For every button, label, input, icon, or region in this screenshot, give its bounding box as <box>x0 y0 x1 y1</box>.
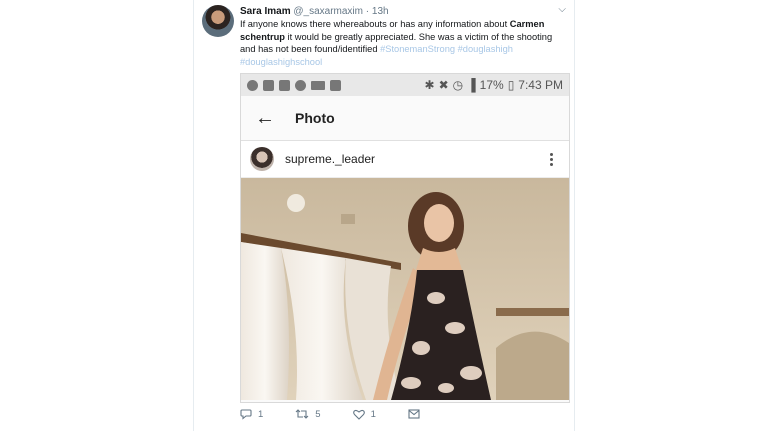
retweet-count: 5 <box>315 408 321 420</box>
like-button[interactable]: 1 <box>352 408 376 420</box>
back-arrow-icon[interactable]: ← <box>245 107 285 130</box>
tweet-actions: 1 5 1 <box>240 408 452 420</box>
author-handle[interactable]: @_saxarmaxim <box>293 6 363 17</box>
signal-icon: ▐ <box>467 78 476 92</box>
more-options-icon[interactable] <box>550 152 553 166</box>
embedded-screenshot[interactable]: ✱ ✖ ◷ ▐ 17% ▯ 7:43 PM ← Photo supreme._l… <box>240 73 570 403</box>
mail-icon <box>263 79 274 91</box>
hashtag-link[interactable]: #StonemanStrong <box>380 44 455 54</box>
direct-message-button[interactable] <box>408 409 420 419</box>
heart-icon <box>352 409 365 420</box>
retweet-button[interactable]: 5 <box>295 408 321 420</box>
reply-icon <box>240 409 252 420</box>
chevron-down-icon[interactable]: ⌵ <box>558 4 566 15</box>
author-avatar[interactable] <box>202 5 234 37</box>
battery-icon: ▯ <box>507 78 515 92</box>
envelope-icon <box>408 409 420 419</box>
instagram-icon <box>295 79 306 91</box>
hashtag-link[interactable]: #douglashigh <box>458 44 513 54</box>
app-bar-title: Photo <box>295 110 335 126</box>
post-photo[interactable] <box>241 178 569 400</box>
photo-app-bar: ← Photo <box>241 96 569 141</box>
clock: 7:43 PM <box>518 78 563 92</box>
facebook-icon <box>330 79 341 91</box>
tweet-text-part1: If anyone knows there whereabouts or has… <box>240 19 510 29</box>
bitmoji-icon <box>279 79 290 91</box>
tweet-card: Sara Imam @_saxarmaxim · 13h ⌵ If anyone… <box>193 0 575 431</box>
tweet-header: Sara Imam @_saxarmaxim · 13h <box>240 5 389 18</box>
tweet-text: If anyone knows there whereabouts or has… <box>240 18 566 68</box>
retweet-icon <box>295 409 309 419</box>
author-name[interactable]: Sara Imam <box>240 6 291 17</box>
reply-count: 1 <box>258 408 264 420</box>
bluetooth-icon: ✱ <box>424 78 435 92</box>
post-header: supreme._leader <box>241 141 569 178</box>
phone-status-bar: ✱ ✖ ◷ ▐ 17% ▯ 7:43 PM <box>241 74 569 96</box>
tweet-timestamp[interactable]: 13h <box>372 6 389 17</box>
poster-avatar[interactable] <box>250 147 274 171</box>
battery-percent: 17% <box>479 78 504 92</box>
messenger-icon <box>247 79 258 91</box>
like-count: 1 <box>370 408 376 420</box>
reply-button[interactable]: 1 <box>240 408 263 420</box>
photo-scene <box>241 178 569 400</box>
mute-icon: ✖ <box>438 78 449 92</box>
alarm-icon: ◷ <box>452 78 464 92</box>
hashtag-link[interactable]: #douglashighschool <box>240 57 322 67</box>
poster-username[interactable]: supreme._leader <box>285 152 375 166</box>
header-separator: · <box>365 6 370 17</box>
photo-label-icon <box>311 80 325 90</box>
